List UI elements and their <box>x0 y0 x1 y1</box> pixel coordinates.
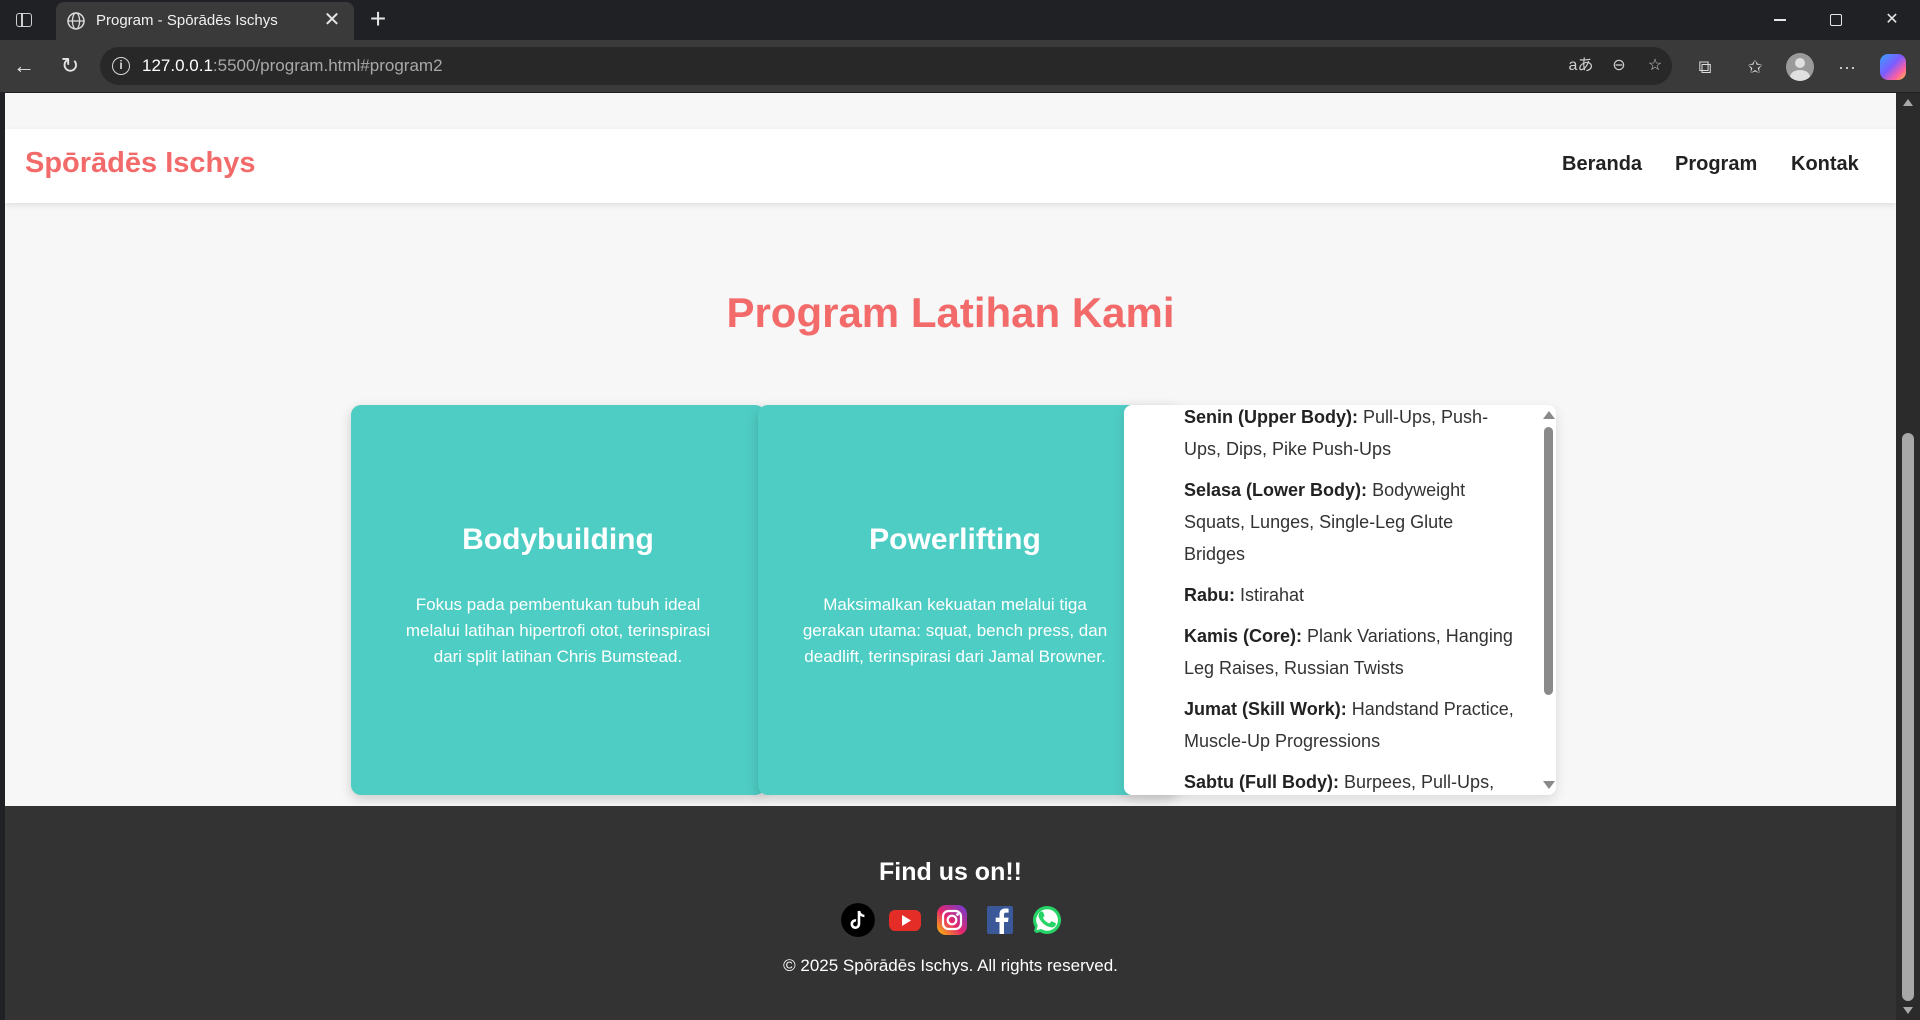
maximize-icon[interactable] <box>1808 0 1864 40</box>
social-links <box>841 903 1081 937</box>
card-title: Bodybuilding <box>462 523 654 556</box>
address-bar[interactable]: i 127.0.0.1:5500/program.html#program2 a… <box>100 47 1672 85</box>
zoom-icon[interactable]: ⊖ <box>1606 53 1632 79</box>
minimize-icon[interactable] <box>1752 0 1808 40</box>
back-icon[interactable]: ← <box>8 50 40 82</box>
site-navbar: Spōrādēs Ischys Beranda Program Kontak <box>5 129 1896 203</box>
more-icon[interactable]: ··· <box>1832 52 1862 82</box>
scroll-down-icon[interactable] <box>1543 781 1555 789</box>
page-scrollbar[interactable] <box>1896 93 1920 1020</box>
url-text: 127.0.0.1:5500/program.html#program2 <box>142 56 443 75</box>
program-schedule-panel[interactable]: Senin (Upper Body): Pull-Ups, Push-Ups, … <box>1124 405 1556 795</box>
profile-icon[interactable] <box>1786 53 1814 81</box>
tiktok-icon[interactable] <box>841 903 875 937</box>
list-item: Selasa (Lower Body): Bodyweight Squats, … <box>1184 480 1466 564</box>
facebook-icon[interactable] <box>983 903 1017 937</box>
copilot-icon[interactable] <box>1880 54 1906 80</box>
site-brand[interactable]: Spōrādēs Ischys <box>25 147 256 180</box>
instagram-icon[interactable] <box>935 903 969 937</box>
nav-link-kontak[interactable]: Kontak <box>1791 153 1859 176</box>
card-description: Maksimalkan kekuatan melalui tiga geraka… <box>802 595 1108 666</box>
scroll-down-icon[interactable] <box>1903 1007 1913 1014</box>
favorites-icon[interactable]: ✩ <box>1740 52 1770 82</box>
site-footer: Find us on!! © 2025 Spōrādēs Ischys. All… <box>5 806 1896 1020</box>
list-item: Senin (Upper Body): Pull-Ups, Push-Ups, … <box>1184 407 1489 459</box>
footer-title: Find us on!! <box>878 858 1023 886</box>
nav-link-beranda[interactable]: Beranda <box>1562 153 1642 176</box>
list-item: Rabu: Istirahat <box>1184 585 1305 605</box>
reload-icon[interactable]: ↻ <box>54 50 86 82</box>
read-aloud-icon[interactable]: aあ <box>1568 53 1594 79</box>
card-title: Powerlifting <box>869 523 1041 556</box>
list-item: Kamis (Core): Plank Variations, Hanging … <box>1184 626 1513 678</box>
schedule-list: Senin (Upper Body): Pull-Ups, Push-Ups, … <box>1184 405 1519 795</box>
info-icon[interactable]: i <box>112 57 130 75</box>
globe-icon <box>67 12 85 30</box>
page-viewport: Spōrādēs Ischys Beranda Program Kontak P… <box>5 93 1896 1020</box>
tab-actions-icon[interactable] <box>12 9 36 31</box>
plus-icon[interactable]: + <box>364 4 392 34</box>
browser-toolbar: ← ↻ i 127.0.0.1:5500/program.html#progra… <box>0 40 1920 92</box>
scrollbar-thumb[interactable] <box>1902 433 1914 1001</box>
program-card-powerlifting[interactable]: Powerlifting Maksimalkan kekuatan melalu… <box>758 405 1178 795</box>
window-close-icon[interactable]: ✕ <box>1864 0 1920 40</box>
scroll-up-icon[interactable] <box>1543 411 1555 419</box>
star-icon[interactable]: ☆ <box>1642 53 1668 79</box>
scroll-up-icon[interactable] <box>1903 99 1913 106</box>
nav-link-program[interactable]: Program <box>1675 153 1757 176</box>
youtube-icon[interactable] <box>888 903 922 937</box>
active-tab[interactable]: Program - Spōrādēs Ischys ✕ <box>56 2 354 40</box>
list-item: Jumat (Skill Work): Handstand Practice, … <box>1184 699 1514 751</box>
program-card-bodybuilding[interactable]: Bodybuilding Fokus pada pembentukan tubu… <box>351 405 765 795</box>
whatsapp-icon[interactable] <box>1030 903 1064 937</box>
schedule-scrollbar[interactable] <box>1540 405 1556 795</box>
extensions-icon[interactable]: ⧉ <box>1690 52 1720 82</box>
card-description: Fokus pada pembentukan tubuh ideal melal… <box>405 595 711 666</box>
section-title: Program Latihan Kami <box>726 289 1175 336</box>
scrollbar-thumb[interactable] <box>1544 427 1553 695</box>
close-icon[interactable]: ✕ <box>320 8 344 32</box>
tab-title: Program - Spōrādēs Ischys <box>96 12 278 29</box>
copyright-text: © 2025 Spōrādēs Ischys. All rights reser… <box>783 956 1118 975</box>
browser-tab-strip: Program - Spōrādēs Ischys ✕ + ✕ <box>0 0 1920 40</box>
list-item: Sabtu (Full Body): Burpees, Pull-Ups, <box>1184 772 1495 792</box>
